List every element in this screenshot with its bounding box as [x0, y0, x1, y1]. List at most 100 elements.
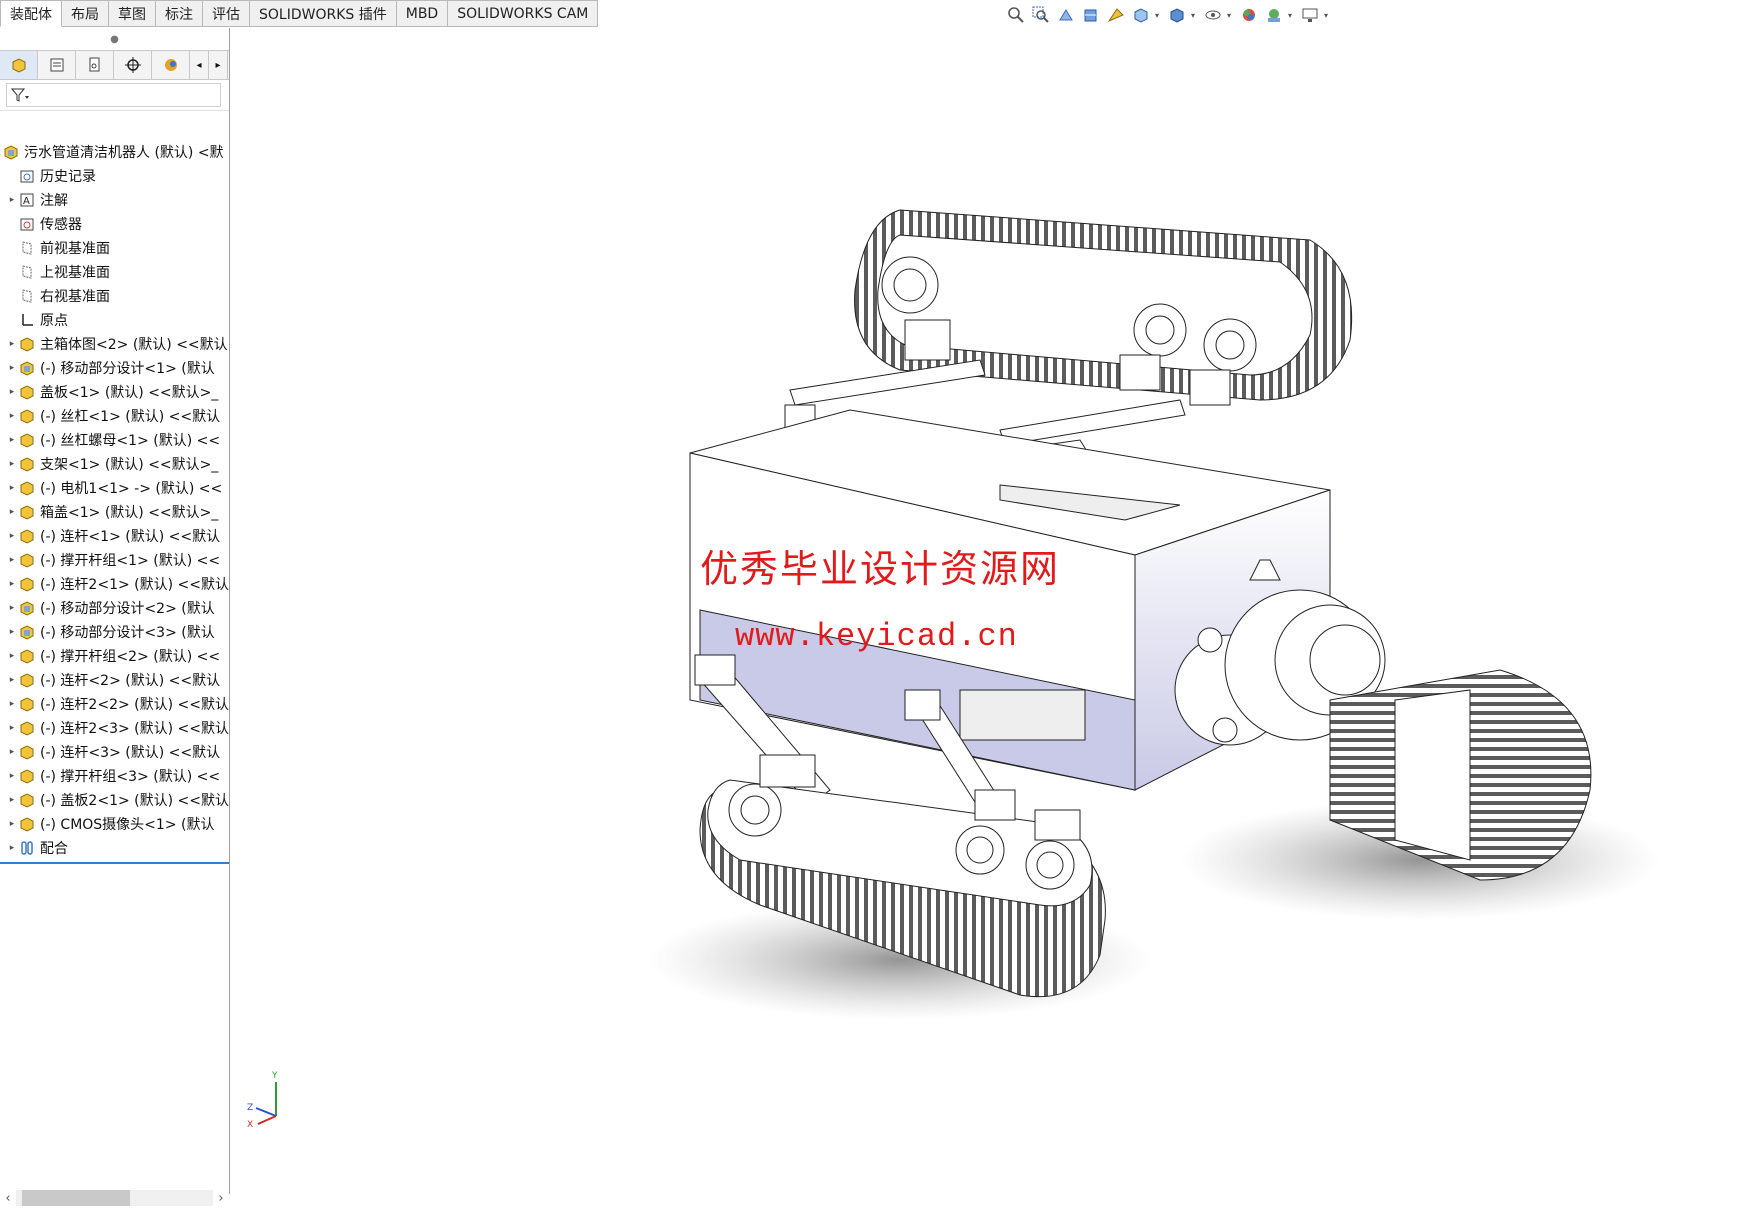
- expand-arrow-icon[interactable]: ▸: [6, 699, 18, 709]
- view-settings-icon[interactable]: [1299, 4, 1321, 26]
- tree-item[interactable]: ▸ (-) 盖板2<1> (默认) <<默认: [0, 788, 229, 812]
- tree-item[interactable]: ▸ (-) 连杆2<1> (默认) <<默认: [0, 572, 229, 596]
- tree-item[interactable]: 上视基准面: [0, 260, 229, 284]
- expand-arrow-icon[interactable]: ▸: [6, 363, 18, 373]
- display-manager-icon[interactable]: [152, 51, 190, 79]
- tree-item-label: 前视基准面: [40, 241, 110, 257]
- tree-item[interactable]: ▸ (-) 移动部分设计<2> (默认: [0, 596, 229, 620]
- scroll-left-icon[interactable]: ‹: [0, 1191, 16, 1206]
- expand-arrow-icon[interactable]: ▸: [6, 675, 18, 685]
- expand-arrow-icon[interactable]: ▸: [6, 435, 18, 445]
- expand-arrow-icon[interactable]: ▸: [6, 411, 18, 421]
- expand-arrow-icon[interactable]: ▸: [6, 483, 18, 493]
- tree-item[interactable]: ▸ 主箱体图<2> (默认) <<默认: [0, 332, 229, 356]
- tab-3[interactable]: 标注: [156, 0, 203, 27]
- chevron-down-icon[interactable]: ▾: [1227, 11, 1235, 20]
- tree-item[interactable]: ▸ (-) CMOS摄像头<1> (默认: [0, 812, 229, 836]
- scroll-track[interactable]: [16, 1190, 213, 1206]
- apply-scene-icon[interactable]: [1263, 4, 1285, 26]
- horizontal-scrollbar[interactable]: ‹ ›: [0, 1188, 229, 1208]
- tree-item[interactable]: 历史记录: [0, 164, 229, 188]
- tree-item[interactable]: ▸ 箱盖<1> (默认) <<默认>_: [0, 500, 229, 524]
- tree-item[interactable]: ▸ A 注解: [0, 188, 229, 212]
- rollback-bar[interactable]: [0, 862, 229, 864]
- scroll-thumb[interactable]: [22, 1190, 130, 1206]
- tab-6[interactable]: MBD: [396, 0, 449, 27]
- chevron-down-icon[interactable]: ▾: [1324, 11, 1332, 20]
- expand-arrow-icon[interactable]: ▸: [6, 651, 18, 661]
- tree-item[interactable]: ▸ 盖板<1> (默认) <<默认>_: [0, 380, 229, 404]
- graphics-area[interactable]: [231, 28, 1751, 1194]
- tree-item[interactable]: ▸ 配合: [0, 836, 229, 860]
- chevron-down-icon[interactable]: ▾: [1155, 11, 1163, 20]
- propertymanager-icon[interactable]: [38, 51, 76, 79]
- tree-item[interactable]: ▸ (-) 撑开杆组<3> (默认) <<: [0, 764, 229, 788]
- tree-item[interactable]: ▸ (-) 移动部分设计<1> (默认: [0, 356, 229, 380]
- expand-arrow-icon[interactable]: ▸: [6, 771, 18, 781]
- tab-0[interactable]: 装配体: [0, 0, 62, 27]
- expand-arrow-icon[interactable]: ▸: [6, 555, 18, 565]
- tree-item[interactable]: ▸ (-) 移动部分设计<3> (默认: [0, 620, 229, 644]
- display-style-icon[interactable]: [1166, 4, 1188, 26]
- edit-appearance-icon[interactable]: [1238, 4, 1260, 26]
- dynamic-annotation-icon[interactable]: [1105, 4, 1127, 26]
- tree-item[interactable]: 传感器: [0, 212, 229, 236]
- tree-item[interactable]: ▸ (-) 丝杠螺母<1> (默认) <<: [0, 428, 229, 452]
- configurationmanager-icon[interactable]: [76, 51, 114, 79]
- tree-item[interactable]: ▸ (-) 撑开杆组<1> (默认) <<: [0, 548, 229, 572]
- zoom-area-icon[interactable]: [1030, 4, 1052, 26]
- scroll-left-icon[interactable]: ◂: [190, 51, 209, 79]
- tree-item-label: 原点: [40, 313, 68, 329]
- chevron-down-icon[interactable]: ▾: [1288, 11, 1296, 20]
- assembly-icon: [18, 359, 36, 377]
- expand-arrow-icon[interactable]: ▸: [6, 843, 18, 853]
- hide-show-icon[interactable]: [1202, 4, 1224, 26]
- expand-arrow-icon[interactable]: ▸: [6, 531, 18, 541]
- tree-item[interactable]: ▸ (-) 连杆<2> (默认) <<默认: [0, 668, 229, 692]
- tree-item[interactable]: 前视基准面: [0, 236, 229, 260]
- plane-icon: [18, 239, 36, 257]
- tab-2[interactable]: 草图: [109, 0, 156, 27]
- expand-arrow-icon[interactable]: ▸: [6, 507, 18, 517]
- expand-arrow-icon[interactable]: ▸: [6, 627, 18, 637]
- tree-item[interactable]: ▸ (-) 连杆<3> (默认) <<默认: [0, 740, 229, 764]
- view-orientation-icon[interactable]: [1130, 4, 1152, 26]
- filter-input[interactable]: [6, 83, 221, 107]
- tree-item[interactable]: 右视基准面: [0, 284, 229, 308]
- dimxpert-icon[interactable]: [114, 51, 152, 79]
- previous-view-icon[interactable]: [1055, 4, 1077, 26]
- tree-item[interactable]: ▸ (-) 电机1<1> -> (默认) <<: [0, 476, 229, 500]
- section-view-icon[interactable]: [1080, 4, 1102, 26]
- expand-arrow-icon[interactable]: ▸: [6, 723, 18, 733]
- featuremanager-icon[interactable]: [0, 51, 38, 79]
- tree-root[interactable]: 污水管道清洁机器人 (默认) <默: [0, 140, 229, 164]
- zoom-to-fit-icon[interactable]: [1005, 4, 1027, 26]
- tree-item[interactable]: ▸ (-) 连杆<1> (默认) <<默认: [0, 524, 229, 548]
- tab-1[interactable]: 布局: [62, 0, 109, 27]
- tree-root-label: 污水管道清洁机器人 (默认) <默: [24, 145, 224, 161]
- scroll-right-icon[interactable]: ›: [213, 1191, 229, 1206]
- tree-item[interactable]: ▸ (-) 撑开杆组<2> (默认) <<: [0, 644, 229, 668]
- tree-item[interactable]: ▸ (-) 连杆2<3> (默认) <<默认: [0, 716, 229, 740]
- tab-5[interactable]: SOLIDWORKS 插件: [250, 0, 397, 27]
- tree-item[interactable]: ▸ 支架<1> (默认) <<默认>_: [0, 452, 229, 476]
- expand-arrow-icon[interactable]: ▸: [6, 195, 18, 205]
- tab-4[interactable]: 评估: [203, 0, 250, 27]
- tab-7[interactable]: SOLIDWORKS CAM: [448, 0, 599, 27]
- expand-arrow-icon[interactable]: ▸: [6, 339, 18, 349]
- chevron-down-icon[interactable]: ▾: [1191, 11, 1199, 20]
- expand-arrow-icon[interactable]: ▸: [6, 603, 18, 613]
- scroll-right-icon[interactable]: ▸: [209, 51, 228, 79]
- tree-item-label: 右视基准面: [40, 289, 110, 305]
- expand-arrow-icon[interactable]: ▸: [6, 819, 18, 829]
- expand-arrow-icon[interactable]: ▸: [6, 579, 18, 589]
- expand-arrow-icon[interactable]: ▸: [6, 387, 18, 397]
- tree-item[interactable]: ▸ (-) 丝杠<1> (默认) <<默认: [0, 404, 229, 428]
- expand-arrow-icon[interactable]: ▸: [6, 459, 18, 469]
- tree-item[interactable]: ▸ (-) 连杆2<2> (默认) <<默认: [0, 692, 229, 716]
- filter-icon[interactable]: [11, 87, 31, 103]
- expand-arrow-icon[interactable]: ▸: [6, 795, 18, 805]
- panel-grip[interactable]: ●: [0, 28, 229, 50]
- tree-item[interactable]: 原点: [0, 308, 229, 332]
- expand-arrow-icon[interactable]: ▸: [6, 747, 18, 757]
